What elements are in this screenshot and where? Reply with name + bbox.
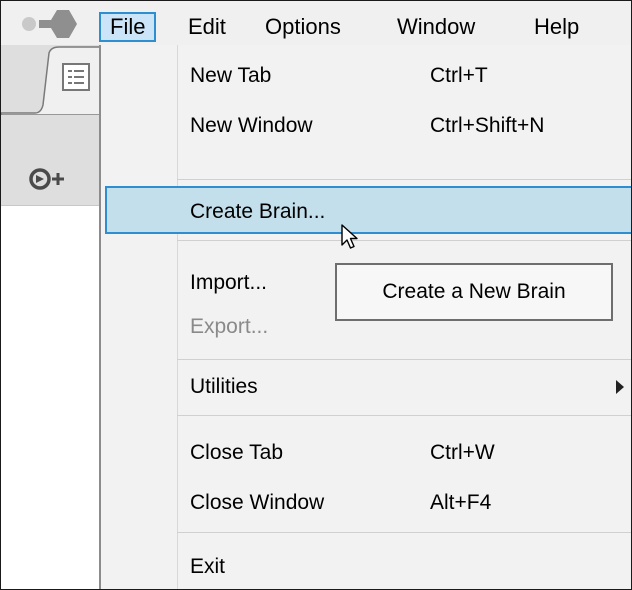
- menu-window[interactable]: Window: [388, 12, 484, 42]
- menu-item-shortcut: Alt+F4: [430, 491, 492, 514]
- menu-item-label: Export...: [190, 315, 269, 338]
- brain-tab-panel: [1, 45, 101, 206]
- menu-item-shortcut: Ctrl+Shift+N: [430, 114, 545, 137]
- menu-item-close-tab[interactable]: Close Tab Ctrl+W: [101, 429, 631, 477]
- app-window: File Edit Options Window Help New Tab Ct…: [0, 0, 632, 590]
- menu-item-label: Utilities: [190, 375, 258, 398]
- menu-options[interactable]: Options: [256, 12, 350, 42]
- menu-item-label: New Tab: [190, 64, 272, 87]
- menu-item-label: Close Tab: [190, 441, 284, 464]
- menu-item-label: Create Brain...: [190, 200, 326, 223]
- menu-item-label: New Window: [190, 114, 313, 137]
- menu-item-new-tab[interactable]: New Tab Ctrl+T: [101, 52, 631, 100]
- menu-separator: [177, 532, 631, 533]
- menu-item-shortcut: Ctrl+T: [430, 64, 488, 87]
- menu-item-close-window[interactable]: Close Window Alt+F4: [101, 479, 631, 527]
- menu-item-label: Exit: [190, 555, 226, 578]
- submenu-arrow-icon: [616, 380, 624, 394]
- menu-help[interactable]: Help: [525, 12, 588, 42]
- menu-edit[interactable]: Edit: [179, 12, 235, 42]
- menu-item-utilities[interactable]: Utilities: [101, 363, 631, 411]
- menu-file[interactable]: File: [99, 12, 157, 42]
- new-brain-icon[interactable]: [29, 167, 81, 191]
- mouse-cursor-icon: [341, 224, 358, 249]
- app-logo-icon[interactable]: [19, 7, 83, 41]
- menu-bar: File Edit Options Window Help: [1, 1, 631, 46]
- list-icon: [62, 63, 90, 91]
- menu-separator: [177, 415, 631, 416]
- tooltip: Create a New Brain: [335, 263, 613, 321]
- menu-separator: [177, 359, 631, 360]
- menu-item-new-window[interactable]: New Window Ctrl+Shift+N: [101, 102, 631, 150]
- menu-item-exit[interactable]: Exit: [101, 543, 631, 589]
- menu-separator: [177, 240, 631, 241]
- menu-item-create-brain[interactable]: Create Brain...: [105, 186, 631, 234]
- menu-separator: [177, 179, 631, 180]
- menu-item-label: Import...: [190, 271, 268, 294]
- menu-item-label: Close Window: [190, 491, 325, 514]
- menu-item-shortcut: Ctrl+W: [430, 441, 495, 464]
